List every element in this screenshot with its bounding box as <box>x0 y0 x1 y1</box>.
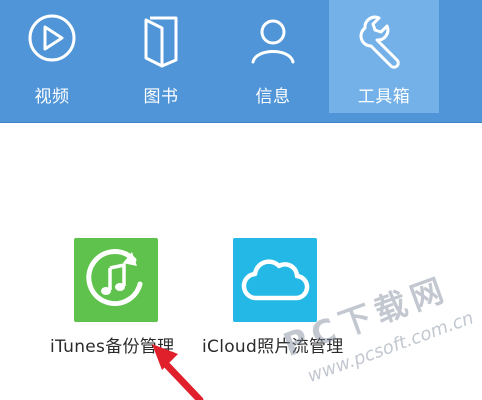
tab-books[interactable]: 图书 <box>106 0 216 113</box>
tab-video-label: 视频 <box>34 87 70 107</box>
person-icon <box>251 19 295 64</box>
tab-toolbox[interactable]: 工具箱 <box>329 0 439 113</box>
play-circle-icon <box>28 14 76 62</box>
tab-info-label: 信息 <box>255 87 291 107</box>
wrench-icon <box>359 15 400 69</box>
book-icon <box>144 16 178 68</box>
tab-video[interactable]: 视频 <box>0 0 107 113</box>
tab-books-label: 图书 <box>143 87 179 107</box>
itunes-backup-button[interactable] <box>74 238 158 322</box>
top-toolbar: 视频 图书 信息 工具箱 <box>0 0 482 123</box>
icloud-photos-button[interactable] <box>233 238 317 322</box>
tab-info[interactable]: 信息 <box>218 0 328 113</box>
cloud-icon <box>241 259 310 301</box>
music-restore-icon <box>86 249 143 307</box>
tab-toolbox-label: 工具箱 <box>357 87 411 107</box>
red-arrow-annotation <box>152 344 204 400</box>
